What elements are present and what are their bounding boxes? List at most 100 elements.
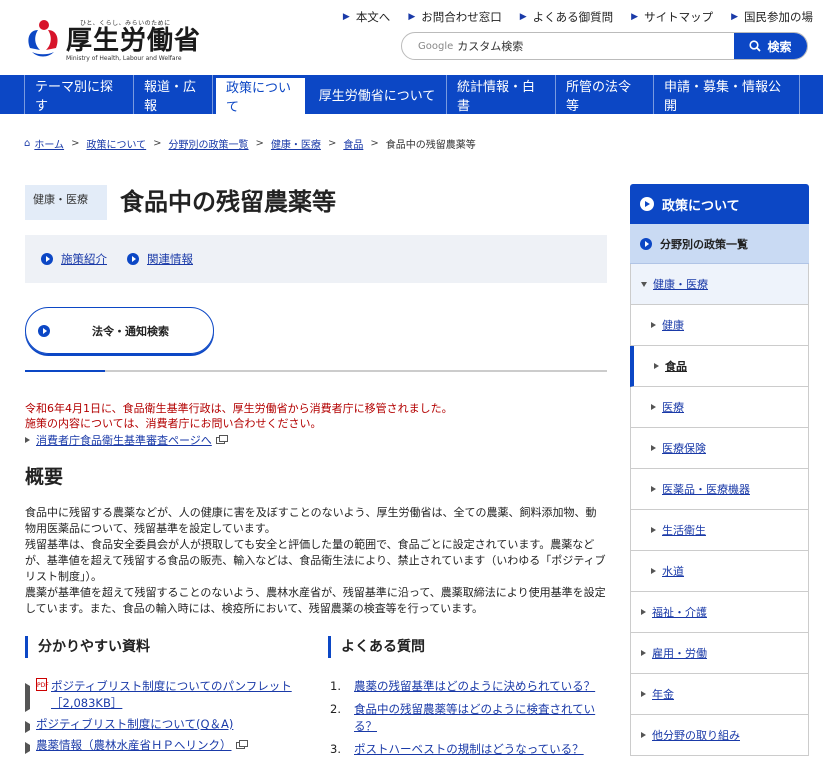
triangle-right-icon — [641, 650, 646, 656]
util-link-participation[interactable]: ▶ 国民参加の場 — [731, 9, 813, 25]
resources-heading: 分かりやすい資料 — [25, 636, 150, 658]
triangle-right-icon — [641, 609, 646, 615]
faq-heading: よくある質問 — [328, 636, 425, 658]
faq-list: 1. 農薬の残留基準はどのように決められている？ 2. 食品中の残留農薬等はどの… — [330, 678, 610, 764]
breadcrumb-policy[interactable]: 政策について — [86, 136, 146, 151]
chevron-right-icon: ▶ — [408, 12, 416, 22]
external-link-icon — [235, 740, 248, 749]
circle-arrow-icon — [41, 253, 53, 265]
chevron-right-icon: ▶ — [342, 12, 350, 22]
chevron-right-icon: ▶ — [631, 12, 639, 22]
breadcrumb-separator: > — [153, 138, 162, 149]
page-subnav: 施策紹介 関連情報 — [25, 235, 607, 283]
notice-line-2: 施策の内容については、消費者庁にお問い合わせください。 — [25, 417, 322, 430]
resource-item[interactable]: ポジティブリスト制度について(Q＆A) — [25, 716, 305, 733]
sidebar-item-welfare[interactable]: 福祉・介護 — [630, 592, 809, 633]
triangle-right-icon — [651, 322, 656, 328]
breadcrumb-separator: > — [255, 138, 264, 149]
triangle-right-icon — [25, 683, 30, 712]
site-header: ひと、くらし、みらいのために 厚生労働省 Ministry of Health,… — [0, 0, 823, 75]
sidebar-item-water[interactable]: 水道 — [630, 551, 809, 592]
util-link-contact[interactable]: ▶ お問合わせ窓口 — [408, 9, 501, 25]
utility-links: ▶ 本文へ ▶ お問合わせ窓口 ▶ よくある御質問 ▶ サイトマップ ▶ 国民参加の場 — [325, 9, 813, 25]
sidebar-item-drugs[interactable]: 医薬品・医療機器 — [630, 469, 809, 510]
category-badge: 健康・医療 — [25, 185, 107, 220]
chevron-right-icon: ▶ — [519, 12, 527, 22]
mhlw-logo-mark — [24, 18, 62, 58]
sidebar-item-employment[interactable]: 雇用・労働 — [630, 633, 809, 674]
circle-arrow-icon — [640, 237, 652, 250]
sidebar-item-health-medical[interactable]: 健康・医療 — [630, 264, 809, 305]
sidebar-item-health[interactable]: 健康 — [630, 305, 809, 346]
breadcrumb-current: 食品中の残留農薬等 — [385, 140, 476, 151]
overview-text: 食品中に残留する農薬などが、人の健康に害を及ぼすことのないよう、厚生労働省は、全… — [25, 506, 606, 615]
site-search: Google カスタム検索 検索 — [401, 32, 808, 60]
triangle-right-icon — [25, 742, 30, 754]
faq-item[interactable]: 3. ポストハーベストの規制はどうなっている？ — [330, 741, 610, 758]
nav-item-applications[interactable]: 申請・募集・情報公開 — [654, 75, 800, 114]
sidebar-item-food[interactable]: 食品 — [630, 346, 809, 387]
page-title: 食品中の残留農薬等 — [120, 188, 336, 216]
transfer-notice: 令和6年4月1日に、食品衛生基準行政は、厚生労働省から消費者庁に移管されました。… — [25, 401, 453, 431]
chevron-right-icon: ▶ — [731, 12, 738, 22]
global-nav: テーマ別に探す 報道・広報 政策について 厚生労働省について 統計情報・白書 所… — [0, 75, 823, 115]
resource-item[interactable]: PDF ポジティブリスト制度についてのパンフレット ［2,083KB］ — [25, 678, 305, 712]
nav-item-laws[interactable]: 所管の法令等 — [556, 75, 654, 114]
search-icon — [749, 40, 762, 52]
triangle-right-icon — [651, 568, 656, 574]
sidebar-item-insurance[interactable]: 医療保険 — [630, 428, 809, 469]
sidebar-head[interactable]: 政策について — [630, 184, 809, 224]
subnav-related-info[interactable]: 関連情報 — [127, 251, 193, 267]
nav-item-policy[interactable]: 政策について — [213, 75, 308, 115]
triangle-right-icon — [25, 437, 30, 443]
nav-item-statistics[interactable]: 統計情報・白書 — [447, 75, 556, 114]
subnav-policy-intro[interactable]: 施策紹介 — [41, 251, 107, 267]
faq-item[interactable]: 1. 農薬の残留基準はどのように決められている？ — [330, 678, 610, 695]
breadcrumb-home[interactable]: ホーム — [34, 136, 64, 151]
overview-heading: 概要 — [25, 466, 64, 488]
triangle-right-icon — [651, 404, 656, 410]
triangle-right-icon — [654, 363, 659, 369]
pdf-icon: PDF — [36, 678, 49, 691]
circle-arrow-icon — [640, 197, 654, 211]
sidebar-policy-list[interactable]: 分野別の政策一覧 — [630, 224, 809, 264]
sidebar-item-medical[interactable]: 医療 — [630, 387, 809, 428]
triangle-right-icon — [641, 691, 646, 697]
util-link-faq[interactable]: ▶ よくある御質問 — [520, 9, 613, 25]
content-divider — [25, 370, 607, 372]
triangle-right-icon — [641, 732, 646, 738]
breadcrumb-separator: > — [71, 138, 80, 149]
sidebar-item-other[interactable]: 他分野の取り組み — [630, 715, 809, 756]
resource-item[interactable]: 農薬情報（農林水産省ＨＰへリンク） — [25, 737, 305, 754]
breadcrumb-policy-list[interactable]: 分野別の政策一覧 — [169, 136, 249, 151]
law-search-button[interactable]: 法令・通知検索 — [25, 307, 214, 354]
util-link-main-content[interactable]: ▶ 本文へ — [343, 9, 390, 25]
breadcrumb-food[interactable]: 食品 — [343, 136, 363, 151]
caa-link[interactable]: 消費者庁食品衛生基準審査ページへ — [25, 432, 228, 448]
site-logo[interactable]: ひと、くらし、みらいのために 厚生労働省 Ministry of Health,… — [24, 18, 201, 62]
triangle-right-icon — [651, 445, 656, 451]
resources-list: PDF ポジティブリスト制度についてのパンフレット ［2,083KB］ ポジティブ… — [25, 678, 305, 758]
nav-item-press[interactable]: 報道・広報 — [134, 75, 213, 114]
logo-name: 厚生労働省 — [66, 26, 202, 56]
search-button[interactable]: 検索 — [734, 33, 807, 59]
breadcrumb-health[interactable]: 健康・医療 — [271, 136, 321, 151]
search-brand: Google — [418, 40, 454, 52]
breadcrumb: ⌂ ホーム > 政策について > 分野別の政策一覧 > 健康・医療 > 食品 >… — [24, 136, 476, 151]
sidebar-item-pension[interactable]: 年金 — [630, 674, 809, 715]
sidebar: 政策について 分野別の政策一覧 健康・医療 健康 食品 医療 医療保険 医薬品・… — [630, 184, 809, 756]
triangle-down-icon — [641, 281, 647, 287]
circle-arrow-icon — [38, 324, 50, 337]
logo-english: Ministry of Health, Labour and Welfare — [66, 55, 182, 62]
nav-item-about[interactable]: 厚生労働省について — [308, 75, 447, 114]
notice-line-1: 令和6年4月1日に、食品衛生基準行政は、厚生労働省から消費者庁に移管されました。 — [25, 402, 453, 415]
faq-item[interactable]: 2. 食品中の残留農薬等はどのように検査されている？ — [330, 701, 610, 735]
triangle-right-icon — [25, 721, 30, 733]
external-link-icon — [215, 434, 228, 444]
breadcrumb-separator: > — [370, 138, 379, 149]
nav-item-theme[interactable]: テーマ別に探す — [24, 75, 134, 114]
triangle-right-icon — [651, 486, 656, 492]
search-input[interactable]: Google カスタム検索 — [402, 33, 734, 59]
util-link-sitemap[interactable]: ▶ サイトマップ — [631, 9, 713, 25]
sidebar-item-sanitation[interactable]: 生活衛生 — [630, 510, 809, 551]
